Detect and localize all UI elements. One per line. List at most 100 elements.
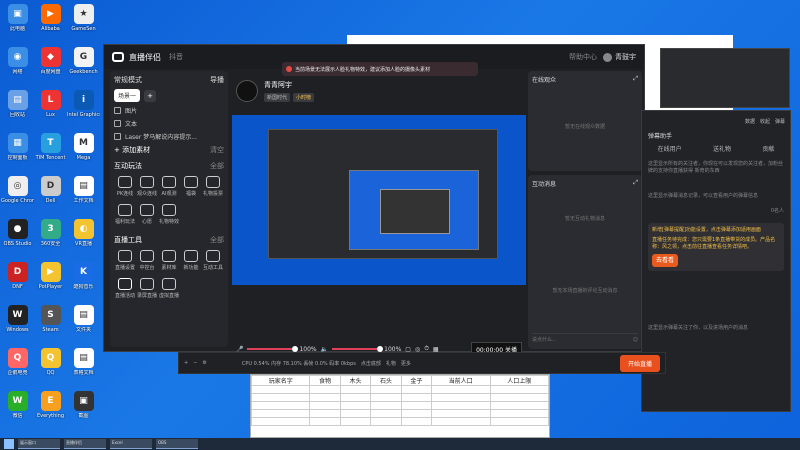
sheet-header-cell[interactable]: 玩家名字 <box>250 375 311 386</box>
live-tools-all-link[interactable]: 全部 <box>210 235 224 245</box>
emoji-icon[interactable]: ☺ <box>633 337 638 343</box>
desktop-icon[interactable]: D Dell <box>34 176 67 204</box>
desktop-icon[interactable]: ◎ Google Chrome <box>1 176 34 204</box>
desktop-icon[interactable]: ◐ VR直播 <box>67 219 100 247</box>
user-avatar[interactable] <box>603 52 612 62</box>
tool-item[interactable]: 新功能 <box>180 250 202 271</box>
helper-toolbar-item[interactable]: 收起 <box>760 118 770 125</box>
mic-slider[interactable] <box>247 346 299 352</box>
helper-go-button[interactable]: 去看看 <box>652 254 679 267</box>
desktop-icon[interactable]: G Geekbench <box>67 47 100 75</box>
tool-item[interactable]: AI观测 <box>158 176 180 197</box>
add-icon[interactable]: + <box>184 360 188 366</box>
desktop-icon[interactable]: E Everything <box>34 391 67 419</box>
table-row[interactable] <box>250 393 549 402</box>
helper-toolbar-item[interactable]: 弹幕 <box>775 118 785 125</box>
tool-item[interactable]: PK连线 <box>114 176 136 197</box>
taskbar-item[interactable]: 展示窗口 <box>18 439 60 449</box>
source-item[interactable]: 图片 <box>114 106 224 115</box>
add-source-button[interactable]: + 添加素材 <box>114 145 150 155</box>
mode-select[interactable]: 常规模式 <box>114 75 142 85</box>
tool-item[interactable]: 直播设置 <box>114 250 136 271</box>
tool-item[interactable]: 礼物特效 <box>158 204 180 225</box>
gear-icon[interactable]: ⚙ <box>202 360 206 366</box>
desktop-icon[interactable]: ★ GameSen <box>67 4 100 32</box>
interact-all-link[interactable]: 全部 <box>210 161 224 171</box>
table-row[interactable] <box>250 385 549 394</box>
chat-input[interactable]: 说点什么... ☺ <box>532 333 638 345</box>
desktop-icon[interactable]: i Intel Graphics <box>67 90 100 118</box>
help-center-link[interactable]: 帮助中心 <box>569 52 597 62</box>
desktop-icon[interactable]: ◉ 网络 <box>1 47 34 75</box>
tool-item[interactable]: 观众连线 <box>136 176 158 197</box>
notice-banner[interactable]: 当前场景无法展示人脸礼物特效，建议添加人脸的摄像头素材 <box>282 62 478 76</box>
tag-level[interactable]: 小时榜 <box>293 93 315 102</box>
helper-tab[interactable]: 在线用户 <box>658 144 682 153</box>
desktop-icon[interactable]: D DNF <box>1 262 34 290</box>
desktop-icon[interactable]: ▦ 控制面板 <box>1 133 34 161</box>
start-button[interactable] <box>4 439 14 449</box>
source-item[interactable]: 文本 <box>114 119 224 128</box>
desktop-icon[interactable]: ▤ 表格文档 <box>67 348 100 376</box>
desktop-icon[interactable]: W 微信 <box>1 391 34 419</box>
tool-item[interactable]: 直播活动 <box>114 278 136 299</box>
start-live-button[interactable]: 开始直播 <box>619 354 660 372</box>
tool-item[interactable]: 录屏直播 <box>136 278 158 299</box>
user-name[interactable]: 青鼓宇 <box>615 52 636 62</box>
tool-item[interactable]: 互动工具 <box>202 250 224 271</box>
tool-item[interactable]: 福袋 <box>180 176 202 197</box>
gift-button[interactable]: 礼物 <box>386 360 396 367</box>
desktop-icon[interactable]: ▣ 截图 <box>67 391 100 419</box>
tool-item[interactable]: 福利玩法 <box>114 204 136 225</box>
sheet-header-cell[interactable]: 食物 <box>309 375 341 386</box>
desktop-icon[interactable]: ▤ 文件夹 <box>67 305 100 333</box>
helper-tab[interactable]: 贡献 <box>762 144 774 153</box>
helper-toolbar-item[interactable]: 数据 <box>745 118 755 125</box>
add-scene-button[interactable]: + <box>144 89 157 102</box>
desktop-icon[interactable]: ▤ 回收站 <box>1 90 34 118</box>
sheet-header-cell[interactable]: 金子 <box>400 375 433 386</box>
table-row[interactable] <box>250 409 549 418</box>
helper-tab[interactable]: 送礼物 <box>713 144 731 153</box>
desktop-icon[interactable]: K 酷狗音乐 <box>67 262 100 290</box>
sheet-header-cell[interactable]: 人口上限 <box>489 375 549 386</box>
tool-item[interactable]: 礼物投票 <box>202 176 224 197</box>
source-item[interactable]: Laser 梦马解说内容提示... <box>114 132 224 141</box>
table-row[interactable] <box>250 401 549 410</box>
sheet-header-cell[interactable]: 木头 <box>339 375 372 386</box>
desktop-icon[interactable]: ▤ 工作文档 <box>67 176 100 204</box>
desktop-icon[interactable]: ◆ 百度网盘 <box>34 47 67 75</box>
tool-item[interactable]: 心愿 <box>136 204 158 225</box>
desktop-icon[interactable]: ▶ PotPlayer <box>34 262 67 290</box>
sheet-header-cell[interactable]: 石头 <box>370 375 402 386</box>
desktop-icon[interactable]: ▶ Alibaba <box>34 4 67 32</box>
interaction-expand-icon[interactable]: ⤢ <box>633 179 638 188</box>
tool-item[interactable]: 虚拟直播 <box>158 278 180 299</box>
taskbar-item[interactable]: 直播伴侣 <box>64 439 106 449</box>
audience-expand-icon[interactable]: ⤢ <box>633 75 638 84</box>
landscape-toggle[interactable]: 导播 <box>210 75 224 85</box>
clear-button[interactable]: 清空 <box>210 145 224 155</box>
tool-item[interactable]: 中控台 <box>136 250 158 271</box>
streamer-avatar[interactable] <box>236 80 258 102</box>
taskbar-item[interactable]: Excel <box>110 439 152 449</box>
desktop-icon[interactable]: W Windows <box>1 305 34 333</box>
minus-icon[interactable]: − <box>193 360 197 366</box>
desktop-icon[interactable]: L Lux <box>34 90 67 118</box>
taskbar-item[interactable]: OBS <box>156 439 198 449</box>
desktop-icon[interactable]: ▣ 此电脑 <box>1 4 34 32</box>
desktop-icon[interactable]: T TIM Tencent <box>34 133 67 161</box>
desktop-icon[interactable]: S Steam <box>34 305 67 333</box>
speaker-slider[interactable] <box>332 346 384 352</box>
more-button[interactable]: 更多 <box>401 360 411 367</box>
stream-preview[interactable] <box>232 115 526 285</box>
sheet-header-cell[interactable]: 当前人口 <box>431 375 491 386</box>
scene-chip[interactable]: 场景一 <box>114 89 141 102</box>
desktop-icon[interactable]: Q 企鹅电竞 <box>1 348 34 376</box>
desktop-icon[interactable]: ● OBS Studio <box>1 219 34 247</box>
desktop-icon[interactable]: 3 360安全 <box>34 219 67 247</box>
desktop-icon[interactable]: M Mega <box>67 133 100 161</box>
table-row[interactable] <box>250 417 549 426</box>
desktop-icon[interactable]: Q QQ <box>34 348 67 376</box>
tool-item[interactable]: 素材库 <box>158 250 180 271</box>
